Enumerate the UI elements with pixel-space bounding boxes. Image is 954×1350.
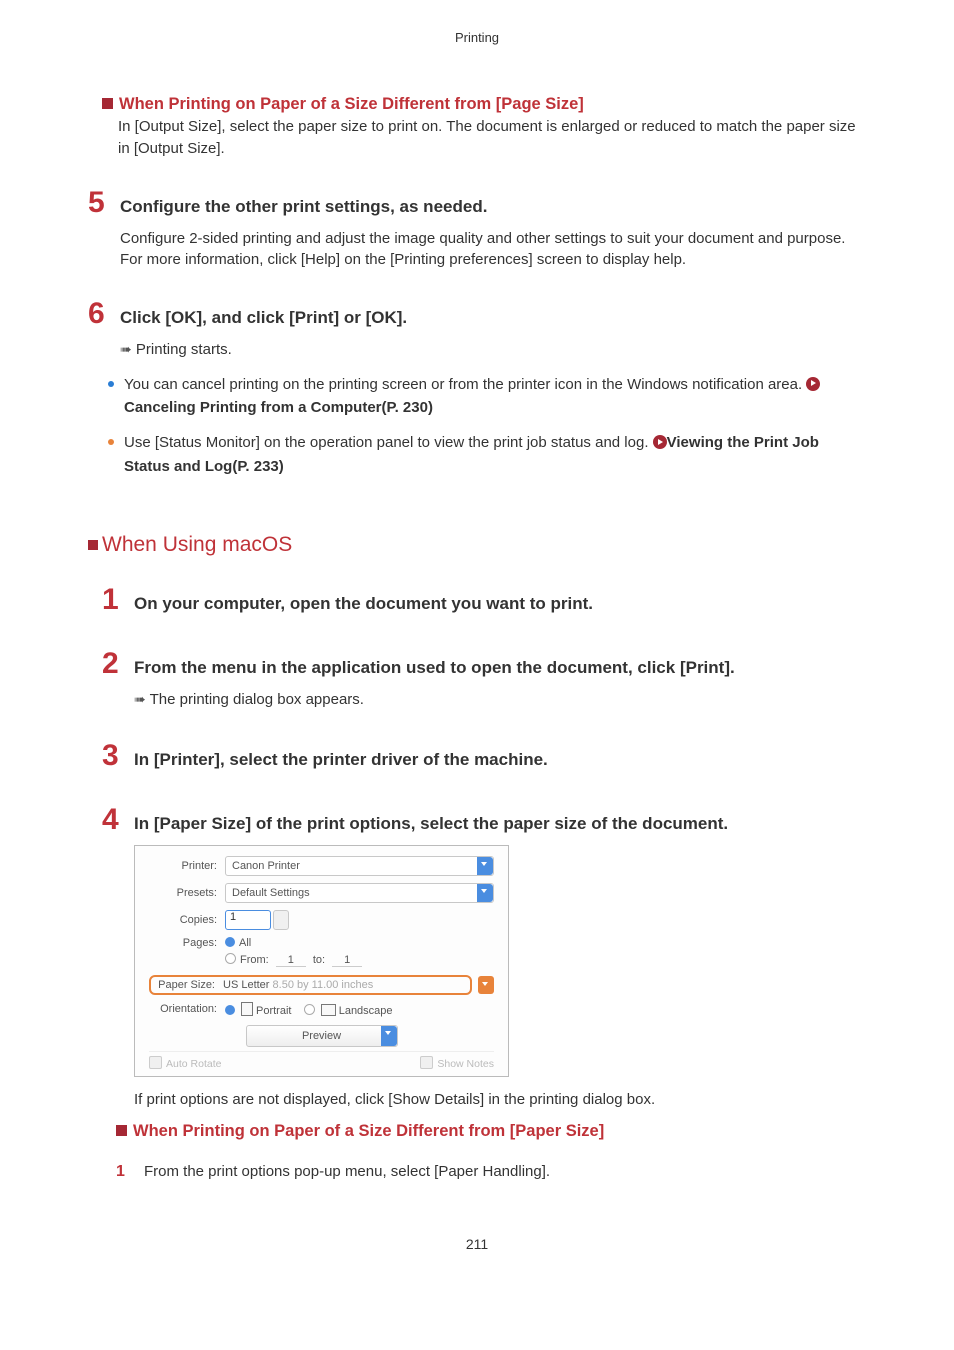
radio-landscape[interactable] <box>304 1004 315 1015</box>
paper-size-highlight: Paper Size: US Letter 8.50 by 11.00 inch… <box>149 975 472 995</box>
subheading-page-size: When Printing on Paper of a Size Differe… <box>102 95 866 114</box>
step-5: 5 Configure the other print settings, as… <box>88 188 866 218</box>
step-6-arrow: ➠ Printing starts. <box>120 339 866 361</box>
bullet-dot-icon <box>108 381 114 387</box>
step-title-4: In [Paper Size] of the print options, se… <box>134 814 728 834</box>
from-input[interactable]: 1 <box>276 954 306 967</box>
from-label: From: <box>240 954 269 966</box>
show-notes-label: Show Notes <box>437 1058 494 1070</box>
show-details-hint: If print options are not displayed, clic… <box>134 1091 866 1108</box>
subheading-text: When Printing on Paper of a Size Differe… <box>119 95 584 113</box>
subheading-paper-size: When Printing on Paper of a Size Differe… <box>116 1122 866 1141</box>
mac-step-3: 3 In [Printer], select the printer drive… <box>102 741 866 771</box>
presets-label: Presets: <box>149 887 225 899</box>
bullet-dot-icon <box>108 439 114 445</box>
paper-size-label: Paper Size: <box>155 979 223 991</box>
sub-step-text: From the print options pop-up menu, sele… <box>144 1163 550 1180</box>
dropdown-icon[interactable] <box>381 1026 397 1046</box>
printer-select[interactable]: Canon Printer <box>225 856 494 876</box>
sub-step-1: 1 From the print options pop-up menu, se… <box>116 1163 866 1181</box>
copies-stepper[interactable] <box>273 910 289 930</box>
paper-size-select[interactable]: US Letter 8.50 by 11.00 inches <box>223 979 466 991</box>
square-bullet-icon <box>116 1125 127 1136</box>
macos-heading-text: When Using macOS <box>102 533 292 556</box>
copies-label: Copies: <box>149 914 225 926</box>
arrow-text: The printing dialog box appears. <box>150 691 364 708</box>
step-title-2: From the menu in the application used to… <box>134 658 735 678</box>
radio-portrait[interactable] <box>225 1005 235 1015</box>
mac-step-1: 1 On your computer, open the document yo… <box>102 585 866 615</box>
pages-label: Pages: <box>149 937 225 949</box>
bullet-text: You can cancel printing on the printing … <box>124 376 806 393</box>
bullet-cancel-printing: You can cancel printing on the printing … <box>108 373 866 420</box>
link-play-icon[interactable] <box>653 435 667 449</box>
orientation-label: Orientation: <box>149 1003 225 1015</box>
copies-input[interactable]: 1 <box>225 910 271 930</box>
mac-step-2: 2 From the menu in the application used … <box>102 649 866 679</box>
arrow-icon: ➠ <box>120 341 130 357</box>
step-num-1: 1 <box>102 585 134 615</box>
subheading-text: When Printing on Paper of a Size Differe… <box>133 1122 604 1140</box>
sub-step-num: 1 <box>116 1163 144 1181</box>
dropdown-highlight-icon[interactable] <box>478 976 494 994</box>
radio-all[interactable] <box>225 937 235 947</box>
subheading-body: In [Output Size], select the paper size … <box>118 116 866 160</box>
step-num-6: 6 <box>88 299 120 329</box>
mac-step-4: 4 In [Paper Size] of the print options, … <box>102 805 866 835</box>
step-num-5: 5 <box>88 188 120 218</box>
page-header: Printing <box>88 30 866 45</box>
square-bullet-icon <box>102 98 113 109</box>
dropdown-icon[interactable] <box>477 857 493 875</box>
preview-select[interactable]: Preview <box>246 1025 398 1047</box>
step-5-body: Configure 2-sided printing and adjust th… <box>120 228 866 272</box>
landscape-icon <box>321 1004 336 1016</box>
radio-from[interactable] <box>225 953 236 964</box>
printer-label: Printer: <box>149 860 225 872</box>
auto-rotate-checkbox <box>149 1056 162 1069</box>
step-num-2: 2 <box>102 649 134 679</box>
landscape-label: Landscape <box>339 1005 393 1017</box>
to-input[interactable]: 1 <box>332 954 362 967</box>
arrow-text: Printing starts. <box>136 341 232 358</box>
step-title-5: Configure the other print settings, as n… <box>120 197 487 217</box>
macos-heading: When Using macOS <box>88 533 866 557</box>
portrait-label: Portrait <box>256 1005 291 1017</box>
step-num-4: 4 <box>102 805 134 835</box>
bullet-text: Use [Status Monitor] on the operation pa… <box>124 434 653 451</box>
step-num-3: 3 <box>102 741 134 771</box>
step-title-3: In [Printer], select the printer driver … <box>134 750 548 770</box>
step-title-6: Click [OK], and click [Print] or [OK]. <box>120 308 407 328</box>
step-title-1: On your computer, open the document you … <box>134 594 593 614</box>
print-dialog: Printer: Canon Printer Presets: Default … <box>134 845 509 1077</box>
show-notes-checkbox <box>420 1056 433 1069</box>
square-bullet-icon <box>88 540 98 550</box>
arrow-icon: ➠ <box>134 691 144 707</box>
pages-all-label: All <box>239 937 251 949</box>
auto-rotate-label: Auto Rotate <box>166 1058 221 1070</box>
presets-select[interactable]: Default Settings <box>225 883 494 903</box>
link-play-icon[interactable] <box>806 377 820 391</box>
dropdown-icon[interactable] <box>477 884 493 902</box>
to-label: to: <box>313 954 325 966</box>
portrait-icon <box>241 1002 253 1016</box>
mac-step-2-arrow: ➠ The printing dialog box appears. <box>134 689 866 711</box>
step-6: 6 Click [OK], and click [Print] or [OK]. <box>88 299 866 329</box>
bullet-status-monitor: Use [Status Monitor] on the operation pa… <box>108 431 866 478</box>
page-number: 211 <box>88 1236 866 1252</box>
link-cancel-printing[interactable]: Canceling Printing from a Computer(P. 23… <box>124 399 433 416</box>
